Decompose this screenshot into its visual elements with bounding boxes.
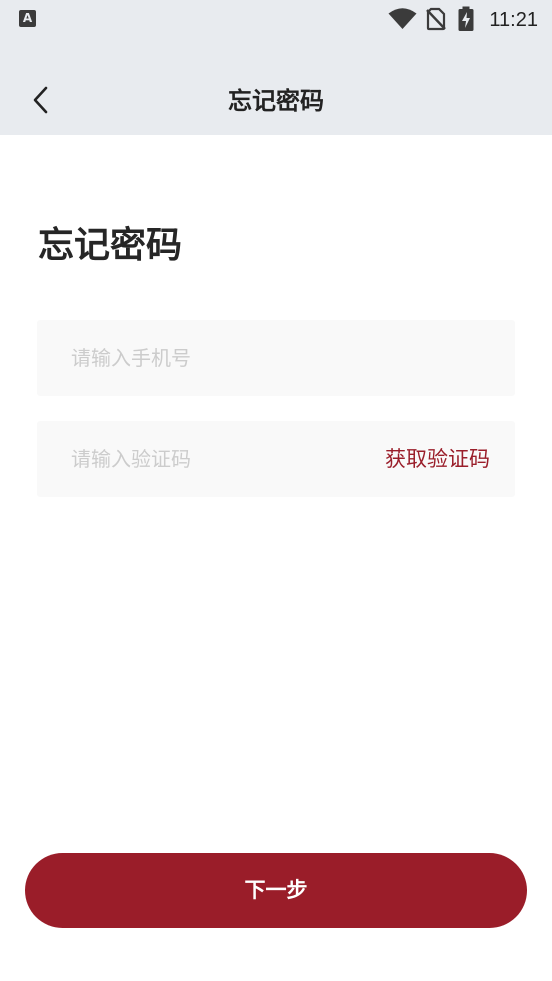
status-bar: A 11:21 — [0, 0, 552, 40]
get-code-button[interactable]: 获取验证码 — [385, 443, 490, 475]
verification-code-input[interactable] — [71, 439, 361, 479]
phone-field-container[interactable] — [37, 320, 515, 396]
app-notification-icon: A — [19, 10, 36, 27]
wifi-icon — [388, 8, 417, 29]
code-field-container[interactable]: 获取验证码 — [37, 421, 515, 497]
forgot-password-screen: A 11:21 忘记密码 忘记密码 请输入手机号 请输入验证码 获取验证码 下一… — [0, 0, 552, 981]
header-title: 忘记密码 — [228, 87, 324, 115]
phone-input[interactable] — [71, 338, 491, 378]
battery-charging-icon — [458, 6, 474, 31]
no-sim-icon — [426, 7, 446, 31]
status-time: 11:21 — [489, 9, 538, 31]
page-title: 忘记密码 — [38, 225, 183, 266]
nav-header: 忘记密码 — [0, 40, 552, 135]
next-step-button[interactable]: 下一步 — [25, 853, 527, 928]
top-area: A 11:21 忘记密码 — [0, 0, 552, 135]
